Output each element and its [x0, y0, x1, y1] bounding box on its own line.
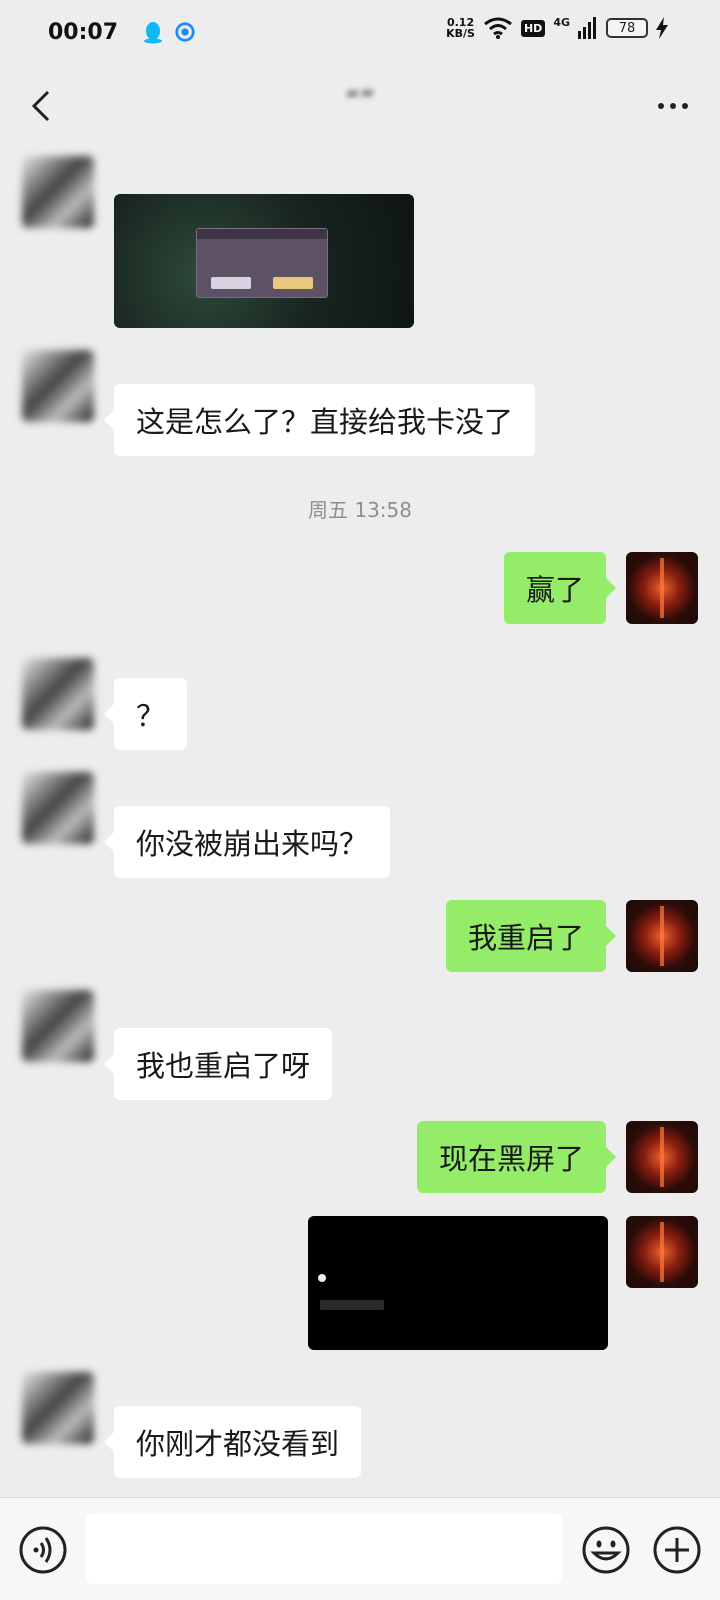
status-bar: 00:07 0.12 KB/S HD 4G 78: [0, 0, 720, 64]
friend-avatar[interactable]: [22, 772, 94, 844]
game-error-dialog-image: [196, 228, 328, 298]
contact-name: “”: [345, 84, 375, 117]
charging-icon: [656, 17, 668, 39]
friend-avatar[interactable]: [22, 350, 94, 422]
my-avatar[interactable]: [626, 1216, 698, 1288]
message-timestamp: 周五 13:58: [308, 498, 412, 522]
status-time: 00:07: [48, 19, 119, 45]
wifi-icon: [484, 17, 512, 39]
message-bubble-left[interactable]: 你刚才都没看到: [103, 1406, 362, 1478]
friend-avatar[interactable]: [22, 156, 94, 228]
friend-avatar[interactable]: [22, 1372, 94, 1444]
network-type: 4G: [553, 16, 570, 29]
my-avatar[interactable]: [626, 1121, 698, 1193]
message-bubble-left[interactable]: 我也重启了呀: [103, 1028, 333, 1100]
my-avatar[interactable]: [626, 552, 698, 624]
message-bubble-left[interactable]: 这是怎么了？直接给我卡没了: [103, 384, 536, 456]
signal-icon: [578, 17, 596, 39]
voice-icon[interactable]: [18, 1525, 68, 1575]
friend-avatar[interactable]: [22, 658, 94, 730]
more-dots-icon[interactable]: [656, 101, 690, 111]
message-bubble-left[interactable]: ？: [103, 678, 188, 750]
notification-icons: [142, 20, 196, 44]
qq-penguin-icon: [144, 22, 163, 44]
message-bubble-right[interactable]: 赢了: [503, 552, 617, 624]
emoji-icon[interactable]: [581, 1525, 631, 1575]
message-input[interactable]: [86, 1514, 562, 1584]
status-right-indicators: 0.12 KB/S HD 4G 78: [446, 16, 668, 40]
image-message-black-screen[interactable]: [308, 1216, 608, 1350]
chat-input-bar: [0, 1497, 720, 1600]
battery-indicator: 78: [606, 18, 648, 38]
network-speed-unit: KB/S: [446, 27, 475, 40]
plus-icon[interactable]: [652, 1525, 702, 1575]
message-bubble-left[interactable]: 你没被崩出来吗？: [103, 806, 391, 878]
image-message-game-error[interactable]: [114, 194, 414, 328]
browser-icon: [175, 22, 195, 42]
friend-avatar[interactable]: [22, 990, 94, 1062]
message-bubble-right[interactable]: 现在黑屏了: [416, 1121, 617, 1193]
message-bubble-right[interactable]: 我重启了: [445, 900, 617, 972]
my-avatar[interactable]: [626, 900, 698, 972]
network-speed: 0.12 KB/S: [446, 17, 475, 39]
hd-badge: HD: [520, 19, 546, 37]
back-chevron-icon[interactable]: [28, 88, 52, 124]
